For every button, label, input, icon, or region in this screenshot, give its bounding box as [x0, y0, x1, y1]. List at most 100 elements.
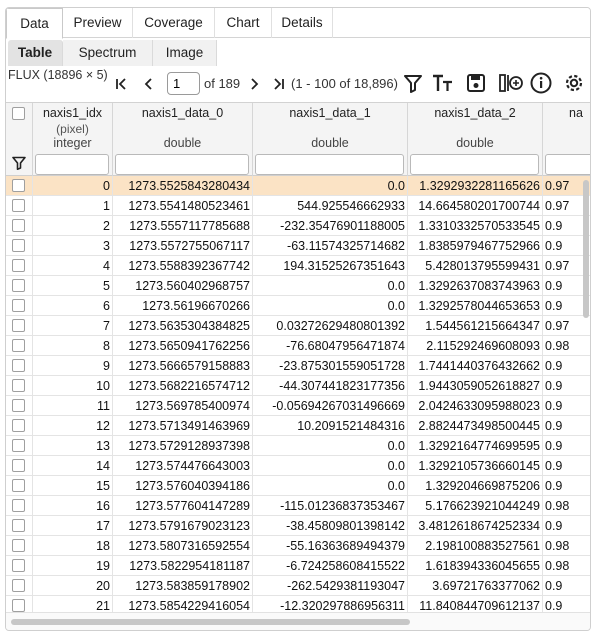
column-header-naxis1-idx[interactable]: naxis1_idx (pixel) integer — [33, 103, 113, 177]
info-icon[interactable] — [530, 72, 552, 94]
column-header-naxis1-data-2[interactable]: naxis1_data_2 double — [408, 103, 543, 177]
settings-icon[interactable] — [563, 72, 585, 94]
table-row[interactable]: 18 1273.5807316592554 -55.16363689494379 2.… — [6, 536, 590, 556]
text-format-icon[interactable] — [432, 74, 454, 93]
column-header-naxis1-data-0[interactable]: naxis1_data_0 double — [113, 103, 253, 177]
row-checkbox[interactable] — [12, 319, 25, 332]
subtab-image[interactable]: Image — [153, 40, 217, 66]
row-checkbox[interactable] — [12, 519, 25, 532]
table-cell: -115.01236837353467 — [253, 496, 408, 516]
column-type: integer — [53, 136, 92, 150]
row-checkbox[interactable] — [12, 339, 25, 352]
add-column-icon[interactable] — [498, 73, 524, 93]
table-cell: 2.198100883527561 — [408, 536, 543, 556]
tab-data[interactable]: Data — [6, 8, 63, 39]
row-checkbox[interactable] — [12, 439, 25, 452]
row-checkbox[interactable] — [12, 379, 25, 392]
table-cell: 1273.5729128937398 — [113, 436, 253, 456]
table-row[interactable]: 11 1273.569785400974 -0.05694267031496669 2… — [6, 396, 590, 416]
row-checkbox[interactable] — [12, 199, 25, 212]
filter-icon[interactable] — [12, 156, 26, 175]
page-number-input[interactable] — [167, 72, 200, 95]
column-type: double — [311, 136, 349, 150]
table-row[interactable]: 10 1273.5682216574712 -44.307441823177356 1… — [6, 376, 590, 396]
table-row[interactable]: 3 1273.5572755067117 -63.11574325714682 1.8… — [6, 236, 590, 256]
column-header-naxis1-data-1[interactable]: naxis1_data_1 double — [253, 103, 408, 177]
table-cell: 0.97 — [545, 319, 570, 333]
row-checkbox[interactable] — [12, 219, 25, 232]
table-cell: 1.329204669875206 — [408, 476, 543, 496]
row-checkbox[interactable] — [12, 479, 25, 492]
table-row[interactable]: 5 1273.560402968757 0.0 1.3292637083743963 0… — [6, 276, 590, 296]
table-row[interactable]: 21 1273.5854229416054 -12.320297886956311 1… — [6, 596, 590, 612]
row-checkbox[interactable] — [12, 399, 25, 412]
row-checkbox[interactable] — [12, 239, 25, 252]
table-row[interactable]: 9 1273.5666579158883 -23.875301559051728 1.… — [6, 356, 590, 376]
vertical-scrollbar[interactable] — [583, 180, 589, 318]
column-filter-input[interactable] — [545, 154, 590, 175]
row-select-cell — [6, 436, 33, 456]
row-checkbox[interactable] — [12, 359, 25, 372]
table-cell: 1273.56196670266 — [113, 296, 253, 316]
table-row[interactable]: 4 1273.5588392367742 194.31525267351643 5.4… — [6, 256, 590, 276]
tab-coverage[interactable]: Coverage — [133, 8, 215, 38]
subtab-table[interactable]: Table — [8, 40, 63, 66]
table-row[interactable]: 0 1273.5525843280434 0.0 1.3292932281165626… — [6, 176, 590, 196]
column-filter-input[interactable] — [255, 154, 404, 175]
row-checkbox[interactable] — [12, 459, 25, 472]
row-select-cell — [6, 396, 33, 416]
row-checkbox[interactable] — [12, 419, 25, 432]
row-select-cell — [6, 556, 33, 576]
column-filter-input[interactable] — [115, 154, 249, 175]
row-checkbox[interactable] — [12, 179, 25, 192]
column-unit: (pixel) — [56, 122, 89, 136]
table-row[interactable]: 13 1273.5729128937398 0.0 1.329216477469959… — [6, 436, 590, 456]
save-icon[interactable] — [466, 73, 486, 93]
table-cell: 1273.560402968757 — [113, 276, 253, 296]
column-header-naxis1-data-3[interactable]: na — [543, 103, 590, 177]
column-name: naxis1_data_1 — [289, 106, 371, 120]
prev-page-icon[interactable] — [144, 77, 154, 91]
row-checkbox[interactable] — [12, 279, 25, 292]
last-page-icon[interactable] — [271, 77, 285, 91]
row-select-cell — [6, 276, 33, 296]
row-checkbox[interactable] — [12, 259, 25, 272]
table-row[interactable]: 8 1273.5650941762256 -76.68047956471874 2.1… — [6, 336, 590, 356]
filter-icon[interactable] — [404, 74, 422, 93]
row-checkbox[interactable] — [12, 559, 25, 572]
table-row[interactable]: 12 1273.5713491463969 10.2091521484316 2.88… — [6, 416, 590, 436]
table-row[interactable]: 14 1273.574476643003 0.0 1.3292105736660145… — [6, 456, 590, 476]
table-row[interactable]: 2 1273.5557117785688 -232.35476901188005 1.… — [6, 216, 590, 236]
tab-preview[interactable]: Preview — [63, 8, 133, 38]
row-checkbox[interactable] — [12, 299, 25, 312]
row-select-cell — [6, 536, 33, 556]
table-row[interactable]: 15 1273.576040394186 0.0 1.329204669875206 0… — [6, 476, 590, 496]
table-row[interactable]: 1 1273.5541480523461 544.925546662933 14.66… — [6, 196, 590, 216]
table-cell: -6.724258608415522 — [253, 556, 408, 576]
table-row[interactable]: 19 1273.5822954181187 -6.724258608415522 1.… — [6, 556, 590, 576]
tab-details[interactable]: Details — [272, 8, 333, 38]
column-filter-input[interactable] — [410, 154, 539, 175]
row-select-cell — [6, 176, 33, 196]
row-checkbox[interactable] — [12, 599, 25, 612]
table-row[interactable]: 16 1273.577604147289 -115.01236837353467 5.… — [6, 496, 590, 516]
row-checkbox[interactable] — [12, 539, 25, 552]
table-row[interactable]: 20 1273.583859178902 -262.5429381193047 3.6… — [6, 576, 590, 596]
next-page-icon[interactable] — [249, 77, 259, 91]
row-checkbox[interactable] — [12, 499, 25, 512]
row-select-cell — [6, 476, 33, 496]
table-cell: 1273.5525843280434 — [113, 176, 253, 196]
row-select-cell — [6, 496, 33, 516]
table-cell: 9 — [33, 356, 113, 376]
column-filter-input[interactable] — [35, 154, 109, 175]
table-row[interactable]: 6 1273.56196670266 0.0 1.3292578044653653 0.… — [6, 296, 590, 316]
row-checkbox[interactable] — [12, 579, 25, 592]
table-row[interactable]: 17 1273.5791679023123 -38.45809801398142 3.… — [6, 516, 590, 536]
table-row[interactable]: 7 1273.5635304384825 0.03272629480801392 1.… — [6, 316, 590, 336]
select-all-checkbox[interactable] — [12, 107, 25, 120]
tab-chart[interactable]: Chart — [215, 8, 272, 38]
horizontal-scrollbar[interactable] — [11, 619, 410, 625]
first-page-icon[interactable] — [115, 77, 129, 91]
table-cell: 0.9 — [545, 419, 563, 433]
subtab-spectrum[interactable]: Spectrum — [63, 40, 153, 66]
